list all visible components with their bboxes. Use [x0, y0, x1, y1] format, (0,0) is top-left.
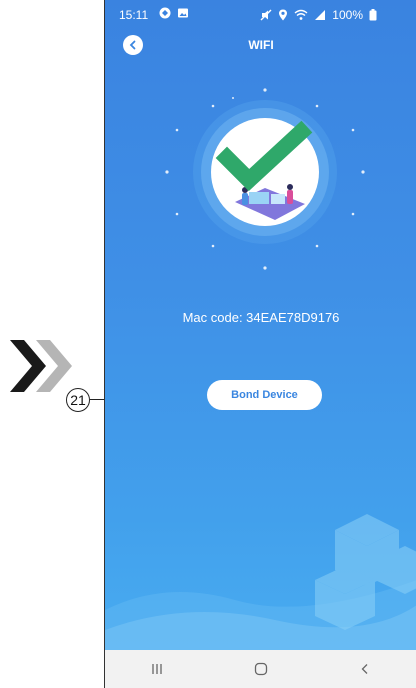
battery-icon: [369, 9, 377, 21]
image-icon: [178, 8, 188, 18]
page-title: WIFI: [248, 38, 274, 52]
signal-icon: [315, 10, 326, 20]
back-nav-icon: [361, 664, 368, 674]
recent-apps-button[interactable]: [127, 654, 187, 684]
callout-number-label: 21: [70, 392, 86, 408]
callout-number: 21: [66, 388, 90, 412]
success-illustration: [165, 88, 365, 270]
bottom-decoration: [105, 514, 416, 650]
back-nav-button[interactable]: [335, 654, 395, 684]
recent-apps-icon: [152, 664, 162, 674]
mute-icon: [260, 9, 272, 21]
app-header: WIFI: [105, 30, 416, 60]
status-time: 15:11: [119, 8, 149, 22]
home-icon: [254, 662, 268, 676]
mac-code-text: Mac code: 34EAE78D9176: [182, 310, 340, 325]
system-nav-bar: [105, 650, 416, 688]
status-right: 100%: [260, 8, 377, 22]
phone-screen: 15:11 100% WIFI Mac code: 34EAE78D9176 B…: [104, 0, 416, 688]
battery-percent: 100%: [332, 8, 363, 22]
status-left-icons: [159, 7, 189, 19]
notification-icon: [159, 7, 171, 19]
home-button[interactable]: [231, 654, 291, 684]
double-chevron-icon: [10, 340, 72, 392]
status-bar: 15:11 100%: [105, 0, 416, 30]
bond-device-button[interactable]: Bond Device: [207, 380, 322, 410]
wifi-icon: [294, 9, 308, 20]
location-icon: [279, 9, 288, 21]
